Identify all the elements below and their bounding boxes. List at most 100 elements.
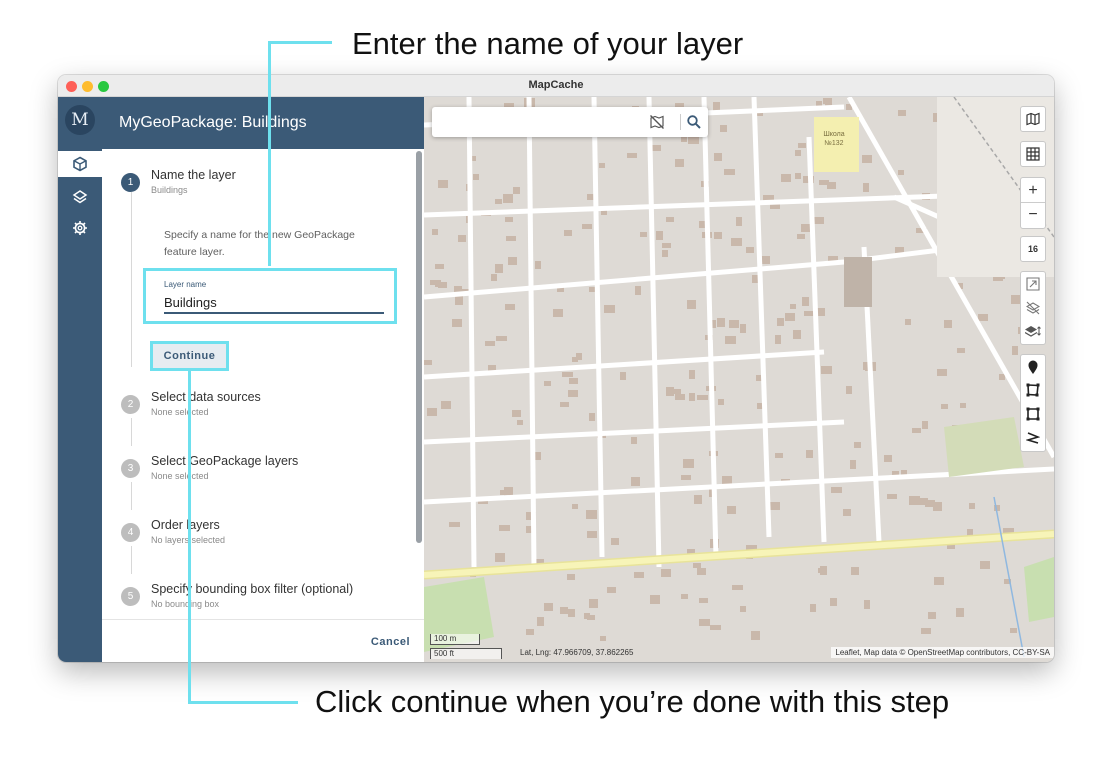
step-title[interactable]: Specify bounding box filter (optional) [151,582,353,596]
building [887,494,897,499]
map-off-icon[interactable] [649,114,665,130]
building [751,631,760,640]
step-subtitle: None selected [151,407,209,417]
zoom-in-button[interactable]: + [1021,178,1045,203]
building [589,599,598,608]
building [1010,628,1017,633]
map-icon [1026,112,1040,126]
layers-off-icon[interactable] [1026,301,1040,315]
step-title[interactable]: Name the layer [151,168,236,182]
building [587,615,595,620]
panel-scrollbar[interactable] [416,151,422,543]
building [560,402,569,407]
search-icon[interactable] [686,114,702,130]
building [724,169,735,175]
building [611,538,619,545]
building [458,235,466,242]
building [600,636,606,641]
building [675,394,685,400]
building [831,487,842,493]
search-divider [680,114,681,130]
draw-line-icon[interactable] [1026,431,1040,445]
layers-nav-button[interactable] [58,184,102,210]
building [505,217,513,222]
building [441,401,451,409]
cancel-button[interactable]: Cancel [371,636,410,648]
step-title[interactable]: Select GeoPackage layers [151,454,298,468]
building [640,232,647,237]
building [620,372,626,380]
step-number: 1 [121,173,140,192]
building [957,348,965,353]
building [854,442,861,448]
building [666,387,674,396]
waterway [993,496,1025,658]
building [689,393,695,401]
building [681,594,688,599]
building [793,330,801,339]
building [491,274,497,281]
building [934,577,944,585]
settings-nav-button[interactable] [58,215,102,241]
fit-bounds-icon[interactable] [1026,277,1040,291]
grid-button[interactable] [1020,141,1046,167]
zoom-out-button[interactable]: − [1021,203,1045,228]
marker-icon[interactable] [1026,359,1040,375]
building [589,413,595,421]
view-tools [1020,271,1046,345]
building [572,504,578,509]
large-building [844,257,872,307]
building [898,110,906,116]
building [717,318,725,327]
step-connector [131,546,132,574]
park-area [944,417,1024,477]
draw-polygon-icon[interactable] [1026,383,1040,397]
building [898,170,904,175]
building [537,617,544,626]
building [634,572,644,578]
building [797,234,805,239]
building [674,389,681,394]
layer-order-icon[interactable] [1025,324,1041,338]
settings-icon [73,221,87,235]
step-title[interactable]: Order layers [151,518,220,532]
building [564,230,572,236]
building [740,324,746,333]
building [725,336,736,344]
building [513,187,520,194]
building [505,304,515,310]
building [455,296,463,305]
building [714,232,722,239]
building [863,183,869,192]
building [544,381,551,386]
main-road-core [424,531,1054,578]
step-title[interactable]: Select data sources [151,390,261,404]
building [499,525,510,531]
building [508,257,517,265]
building [662,250,668,257]
step-connector [131,418,132,446]
building [435,264,444,269]
building [683,459,694,468]
map-view[interactable]: Школа №132 + − 16 100 m 500 ft Lat, Lng:… [424,97,1054,662]
building [652,145,661,151]
continue-button[interactable]: Continue [150,341,229,371]
building [736,217,742,226]
step-subtitle: No bounding box [151,599,220,609]
building [635,286,641,295]
map-search-box[interactable] [432,107,708,137]
building [452,319,462,327]
step-subtitle: Buildings [151,185,188,195]
building [710,625,721,630]
building [781,174,791,182]
draw-rectangle-icon[interactable] [1026,407,1040,421]
building [661,569,671,577]
geopackage-nav-button[interactable] [58,151,102,177]
building [775,453,783,458]
app-window: MapCache M MyGeoPackage: Buildings 1 Nam… [58,75,1054,662]
basemap-button[interactable] [1020,106,1046,132]
layer-name-input[interactable] [164,292,384,314]
building [699,619,710,626]
mapcache-logo-icon: M [65,105,95,135]
building [851,567,859,575]
